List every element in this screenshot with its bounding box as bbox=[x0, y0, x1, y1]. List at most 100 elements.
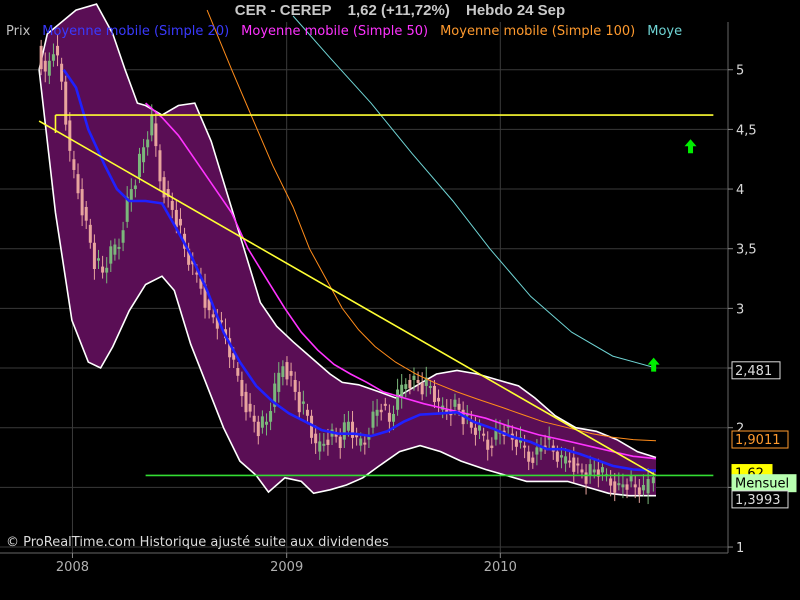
candle-body bbox=[651, 477, 655, 484]
candle-body bbox=[490, 445, 494, 448]
candle-body bbox=[572, 457, 576, 472]
candle-body bbox=[248, 403, 252, 412]
legend-entry: Moyenne mobile (Simple 100) bbox=[440, 24, 636, 39]
candle-body bbox=[428, 385, 432, 388]
candle-body bbox=[76, 174, 80, 194]
candle-body bbox=[72, 159, 76, 170]
candle-body bbox=[514, 439, 518, 447]
candle-body bbox=[289, 371, 293, 376]
candle-body bbox=[359, 438, 363, 446]
y-tick-label: 1 bbox=[736, 541, 744, 556]
candle-body bbox=[146, 139, 150, 148]
candle-body bbox=[43, 60, 47, 72]
candle-body bbox=[252, 415, 256, 422]
y-tick-label: 5 bbox=[736, 64, 744, 79]
candle-body bbox=[625, 484, 629, 490]
candle-body bbox=[281, 366, 285, 377]
candle-body bbox=[629, 476, 633, 482]
candle-body bbox=[351, 421, 355, 438]
candle-body bbox=[527, 451, 531, 462]
candle-body bbox=[555, 451, 559, 462]
candle-body bbox=[117, 246, 121, 249]
candle-body bbox=[375, 409, 379, 416]
price-chart: 11,522,533,544,552008200920102,4811,9011… bbox=[0, 3, 797, 575]
x-tick-label: 2009 bbox=[270, 560, 303, 575]
candle-body bbox=[64, 81, 68, 125]
candle-body bbox=[158, 150, 162, 182]
legend-entry: Moyenne mobile (Simple 20) bbox=[42, 24, 230, 39]
candle-body bbox=[404, 384, 408, 389]
candle-body bbox=[170, 200, 174, 210]
candle-body bbox=[326, 439, 330, 446]
candle-body bbox=[617, 483, 621, 486]
x-tick-label: 2010 bbox=[484, 560, 517, 575]
candle-body bbox=[269, 411, 273, 422]
candle-body bbox=[338, 436, 342, 448]
candle-body bbox=[482, 433, 486, 436]
candle-body bbox=[584, 472, 588, 484]
candle-body bbox=[457, 403, 461, 410]
candle-body bbox=[68, 120, 72, 151]
candle-body bbox=[633, 484, 637, 488]
candle-body bbox=[564, 456, 568, 464]
candle-body bbox=[478, 425, 482, 431]
candle-body bbox=[531, 457, 535, 463]
candle-body bbox=[342, 422, 346, 440]
candle-body bbox=[412, 375, 416, 380]
candle-body bbox=[178, 218, 182, 226]
candle-body bbox=[363, 442, 367, 445]
candle-body bbox=[154, 123, 158, 147]
candle-body bbox=[318, 441, 322, 452]
candle-body bbox=[211, 314, 215, 318]
candle-body bbox=[580, 469, 584, 473]
value-box-label: 2,481 bbox=[735, 364, 772, 379]
candle-body bbox=[84, 206, 88, 221]
chart-window: CER - CEREP 1,62 (+11,72%) Hebdo 24 Sep … bbox=[0, 0, 800, 600]
candle-body bbox=[613, 481, 617, 493]
candle-body bbox=[39, 45, 43, 70]
candle-body bbox=[305, 409, 309, 416]
candle-body bbox=[277, 372, 281, 392]
candle-body bbox=[129, 189, 133, 201]
candle-body bbox=[346, 421, 350, 431]
candle-body bbox=[314, 433, 318, 444]
candle-body bbox=[592, 469, 596, 473]
candle-body bbox=[588, 464, 592, 476]
y-tick-label: 4,5 bbox=[736, 123, 757, 138]
candle-body bbox=[142, 147, 146, 163]
candle-body bbox=[47, 60, 51, 76]
candle-body bbox=[396, 389, 400, 410]
legend-entry: Moye bbox=[647, 24, 683, 39]
candle-body bbox=[535, 447, 539, 455]
candle-body bbox=[113, 244, 117, 255]
candle-body bbox=[51, 54, 55, 61]
copyright-note: © ProRealTime.com Historique ajusté suit… bbox=[6, 535, 389, 550]
candle-body bbox=[371, 411, 375, 428]
candle-body bbox=[137, 153, 141, 178]
candle-body bbox=[301, 401, 305, 404]
candle-body bbox=[559, 455, 563, 458]
candle-body bbox=[244, 391, 248, 413]
y-tick-label: 3,5 bbox=[736, 243, 757, 258]
candle-body bbox=[568, 460, 572, 463]
candle-body bbox=[469, 421, 473, 428]
chart-legend: Prix Moyenne mobile (Simple 20) Moyenne mo… bbox=[6, 24, 726, 39]
candle-body bbox=[453, 399, 457, 407]
candle-body bbox=[609, 478, 613, 486]
legend-entry: Prix bbox=[6, 24, 31, 39]
candle-body bbox=[150, 115, 154, 136]
candle-body bbox=[256, 421, 260, 437]
value-box-label: 1,3993 bbox=[735, 493, 781, 508]
candle-body bbox=[432, 385, 436, 403]
candle-body bbox=[576, 463, 580, 466]
y-tick-label: 4 bbox=[736, 183, 744, 198]
candle-body bbox=[80, 189, 84, 216]
candle-body bbox=[105, 267, 109, 273]
candle-body bbox=[420, 382, 424, 395]
candle-body bbox=[285, 362, 289, 380]
value-box-label: Mensuel bbox=[735, 477, 789, 492]
candle-body bbox=[121, 230, 125, 243]
candle-body bbox=[646, 479, 650, 494]
candle-body bbox=[600, 467, 604, 473]
candle-body bbox=[297, 391, 301, 413]
